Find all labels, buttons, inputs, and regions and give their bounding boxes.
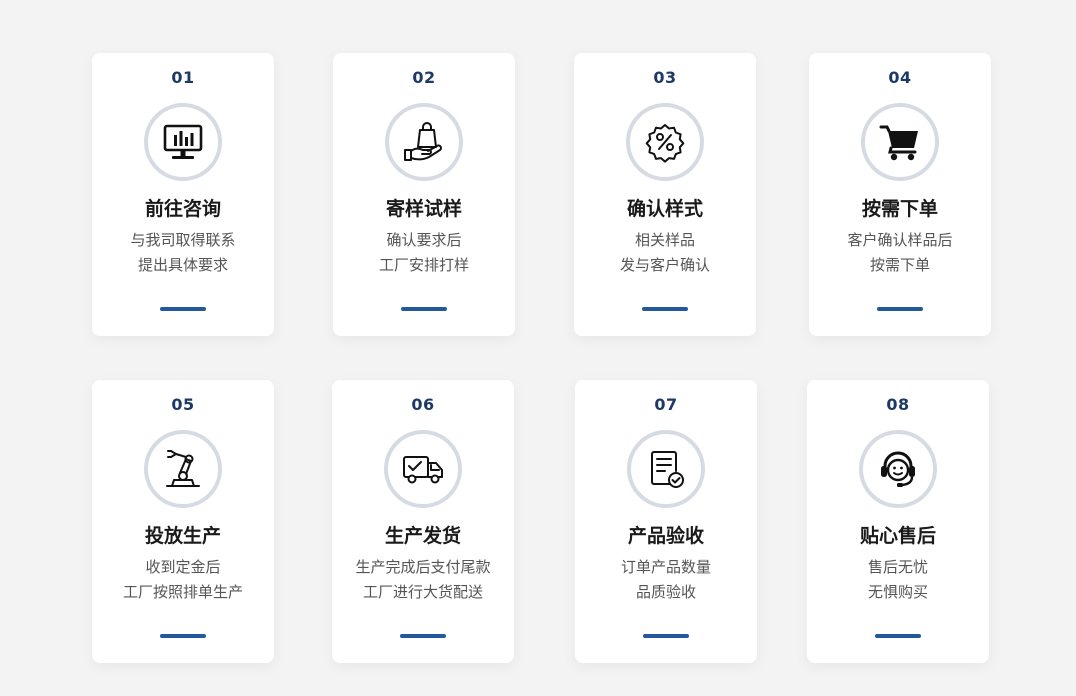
step-title: 贴心售后 xyxy=(859,525,936,547)
step-number: 03 xyxy=(653,68,677,87)
delivery-truck-icon xyxy=(403,456,443,484)
accent-bar xyxy=(877,307,923,311)
shopping-bag-hand-icon xyxy=(404,122,442,161)
step-description-line: 收到定金后 xyxy=(145,558,221,576)
step-description-line: 按需下单 xyxy=(869,256,930,274)
robot-arm-icon xyxy=(166,450,200,487)
icon-circle xyxy=(626,103,704,181)
step-description: 收到定金后 工厂按照排单生产 xyxy=(92,555,274,605)
icon-circle xyxy=(861,103,939,181)
shopping-cart-icon xyxy=(879,125,918,161)
step-number: 06 xyxy=(411,395,435,414)
percent-badge-icon xyxy=(645,124,685,163)
accent-bar xyxy=(642,307,688,311)
step-card-03: 03 确认样式 相关样品 发与客户确认 xyxy=(574,53,756,336)
step-description: 与我司取得联系 提出具体要求 xyxy=(92,228,274,278)
step-description-line: 客户确认样品后 xyxy=(847,231,953,249)
step-title: 按需下单 xyxy=(861,198,938,220)
step-description-line: 工厂按照排单生产 xyxy=(122,583,243,601)
step-number: 04 xyxy=(888,68,912,87)
accent-bar xyxy=(160,634,206,638)
step-number: 08 xyxy=(886,395,910,414)
icon-circle xyxy=(859,430,937,508)
accent-bar xyxy=(160,307,206,311)
step-number: 02 xyxy=(412,68,436,87)
step-description-line: 工厂进行大货配送 xyxy=(362,583,483,601)
step-description-line: 售后无忧 xyxy=(867,558,928,576)
step-title: 前往咨询 xyxy=(144,198,221,220)
step-description-line: 订单产品数量 xyxy=(620,558,711,576)
accent-bar xyxy=(643,634,689,638)
monitor-chart-icon xyxy=(163,124,203,159)
step-description-line: 发与客户确认 xyxy=(619,256,710,274)
accent-bar xyxy=(875,634,921,638)
step-description-line: 相关样品 xyxy=(634,231,695,249)
step-title: 寄样试样 xyxy=(385,198,462,220)
step-description: 生产完成后支付尾款 工厂进行大货配送 xyxy=(332,555,514,605)
step-card-07: 07 产品验收 订单产品数量 品质验收 xyxy=(575,380,757,663)
icon-circle xyxy=(144,430,222,508)
step-description-line: 生产完成后支付尾款 xyxy=(355,558,491,576)
icon-circle xyxy=(627,430,705,508)
step-description-line: 工厂安排打样 xyxy=(378,256,469,274)
step-card-08: 08 贴心售后 售后无忧 无惧购买 xyxy=(807,380,989,663)
step-description-line: 提出具体要求 xyxy=(137,256,228,274)
step-title: 生产发货 xyxy=(384,525,461,547)
step-card-02: 02 寄样试样 确认要求后 工厂安排打样 xyxy=(333,53,515,336)
step-number: 01 xyxy=(171,68,195,87)
icon-circle xyxy=(385,103,463,181)
step-title: 确认样式 xyxy=(626,198,703,220)
step-description: 售后无忧 无惧购买 xyxy=(807,555,989,605)
step-card-01: 01 前往咨询 与我司取得联系 提出具体要求 xyxy=(92,53,274,336)
step-title: 产品验收 xyxy=(627,525,704,547)
icon-circle xyxy=(144,103,222,181)
step-description: 客户确认样品后 按需下单 xyxy=(809,228,991,278)
step-card-04: 04 按需下单 客户确认样品后 按需下单 xyxy=(809,53,991,336)
step-number: 05 xyxy=(171,395,195,414)
step-description-line: 无惧购买 xyxy=(867,583,928,601)
step-description-line: 品质验收 xyxy=(635,583,696,601)
step-description: 相关样品 发与客户确认 xyxy=(574,228,756,278)
step-number: 07 xyxy=(654,395,678,414)
step-description: 订单产品数量 品质验收 xyxy=(575,555,757,605)
step-description-line: 确认要求后 xyxy=(386,231,462,249)
icon-circle xyxy=(384,430,462,508)
step-card-06: 06 生产发货 生产完成后支付尾款 工厂进行大货配送 xyxy=(332,380,514,663)
step-card-05: 05 投放生产 收到定金后 工厂按照排单生产 xyxy=(92,380,274,663)
document-check-icon xyxy=(651,451,684,488)
accent-bar xyxy=(401,307,447,311)
step-description-line: 与我司取得联系 xyxy=(130,231,236,249)
step-title: 投放生产 xyxy=(144,525,221,547)
accent-bar xyxy=(400,634,446,638)
step-description: 确认要求后 工厂安排打样 xyxy=(333,228,515,278)
headset-support-icon xyxy=(881,451,915,487)
